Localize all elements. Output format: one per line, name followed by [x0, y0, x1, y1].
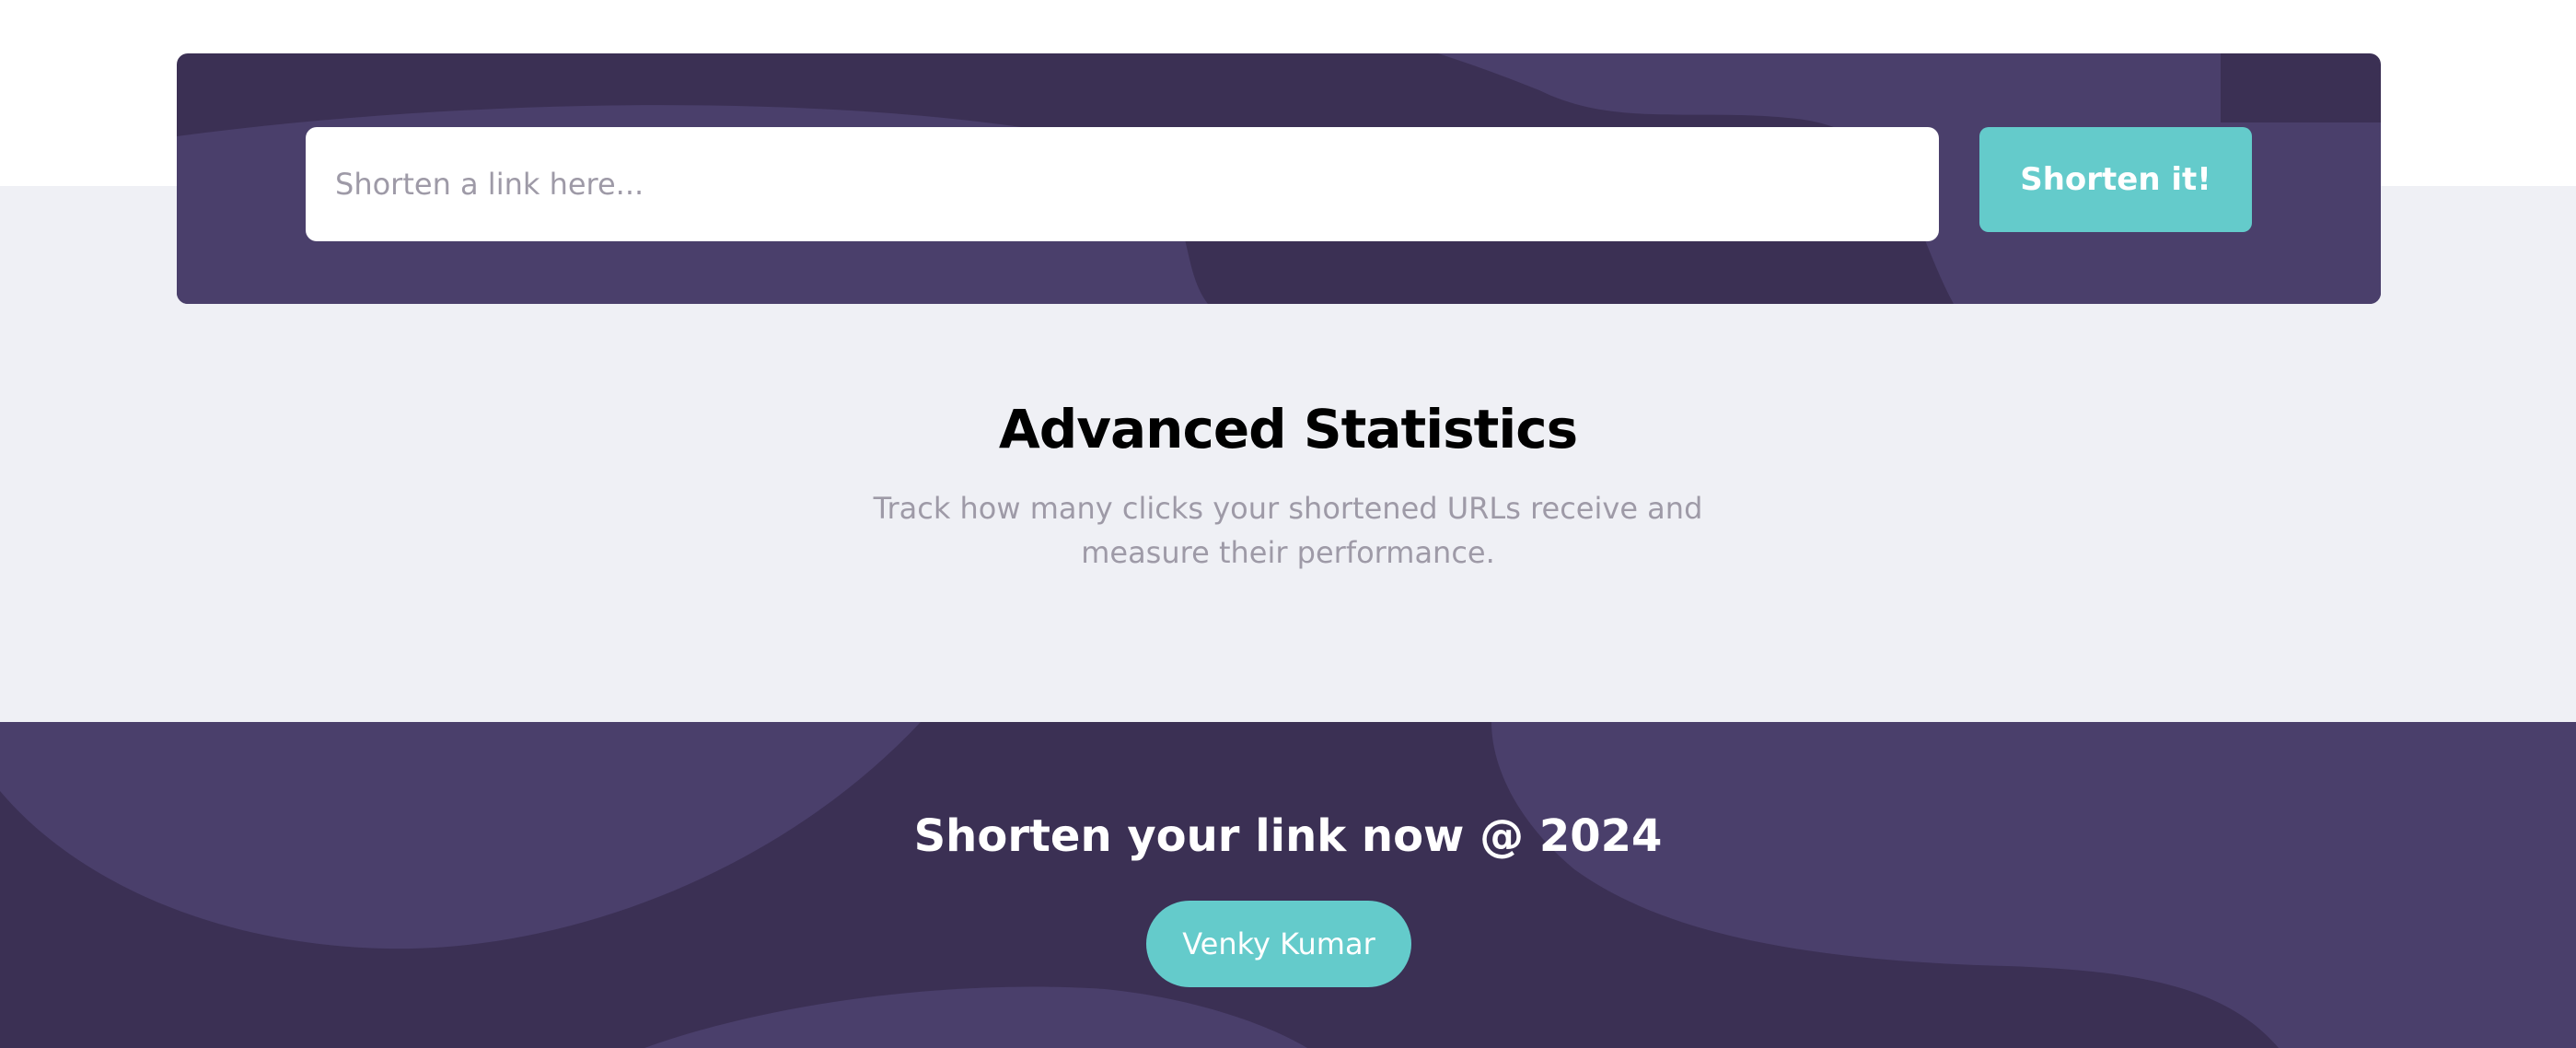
boost-section: Shorten your link now @ 2024 Venky Kumar	[0, 722, 2576, 1048]
boost-title: Shorten your link now @ 2024	[913, 810, 1663, 862]
boost-background-shapes	[0, 722, 2576, 1048]
statistics-description: Track how many clicks your shortened URL…	[0, 486, 2576, 575]
statistics-title: Advanced Statistics	[998, 398, 1578, 460]
statistics-section: Advanced Statistics Track how many click…	[0, 186, 2576, 722]
statistics-description-line-1: Track how many clicks your shortened URL…	[873, 491, 1703, 526]
statistics-description-line-2: measure their performance.	[1081, 535, 1495, 570]
author-button[interactable]: Venky Kumar	[1146, 901, 1411, 987]
